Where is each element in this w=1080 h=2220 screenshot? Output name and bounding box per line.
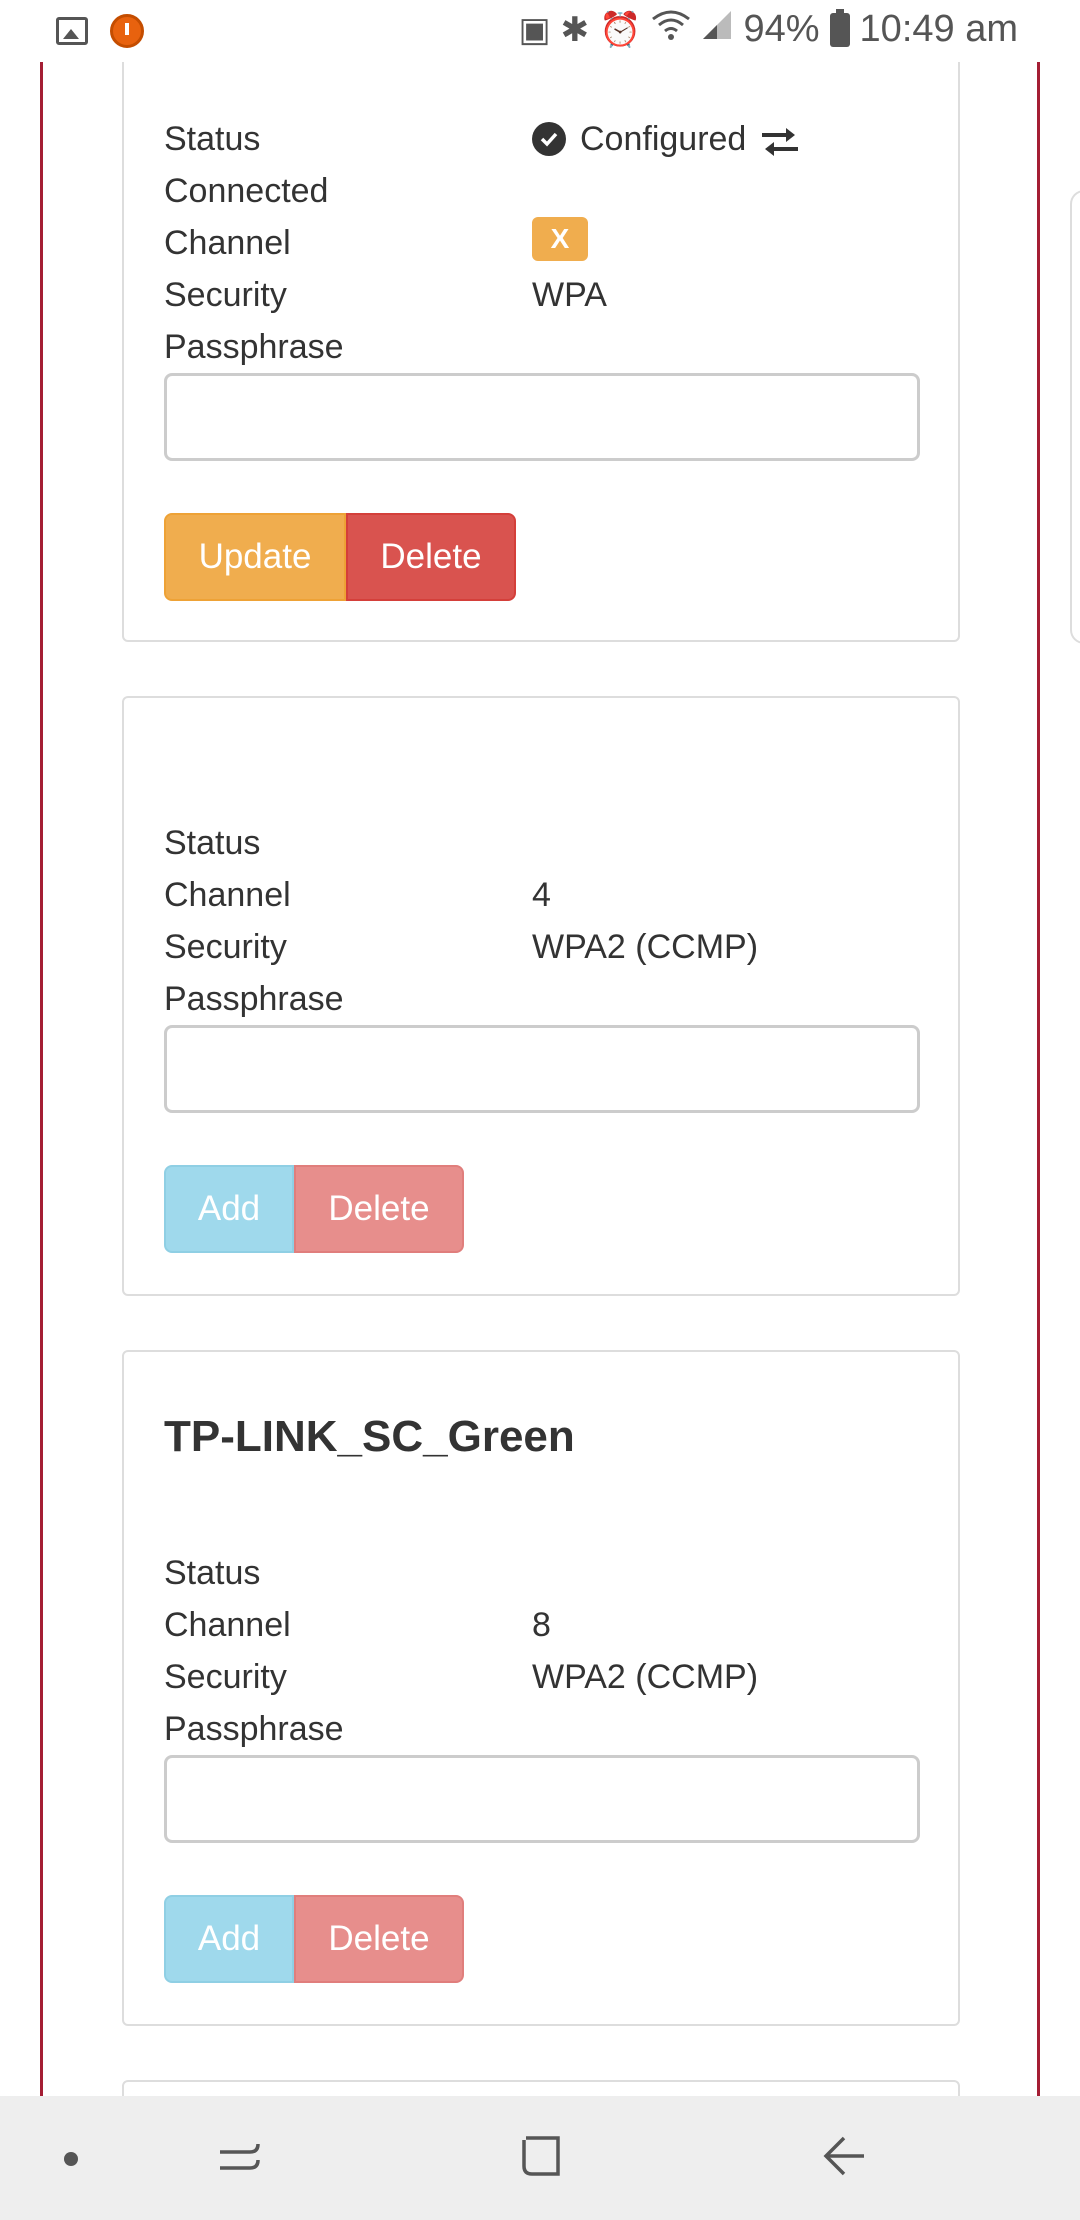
battery-icon <box>829 8 850 47</box>
passphrase-label: Passphrase <box>164 1710 344 1748</box>
channel-value: 8 <box>532 1606 551 1644</box>
battery-saver-icon: ▣ <box>518 10 551 49</box>
add-button[interactable]: Add <box>164 1165 294 1253</box>
network-ssid: TP-LINK_SC_Green <box>164 1412 575 1461</box>
delete-button[interactable]: Delete <box>294 1165 464 1253</box>
exchange-icon <box>760 122 800 156</box>
status-label: Status <box>164 120 261 158</box>
clock-time: 10:49 am <box>859 8 1018 50</box>
signal-icon <box>701 9 733 50</box>
bluetooth-icon: ✱ <box>560 10 590 49</box>
check-circle-icon <box>532 122 566 156</box>
wifi-icon <box>651 9 691 50</box>
update-button[interactable]: Update <box>164 513 346 601</box>
delete-button[interactable]: Delete <box>294 1895 464 1983</box>
network-card: Status Configured Connected Channel X Se… <box>122 20 960 642</box>
channel-label: Channel <box>164 876 291 914</box>
passphrase-input[interactable] <box>164 1755 920 1843</box>
channel-value: 4 <box>532 876 551 914</box>
status-bar: ▣ ✱ ⏰ 94% 10:49 am <box>0 0 1080 62</box>
back-icon[interactable] <box>820 2132 868 2185</box>
security-value: WPA <box>532 276 607 314</box>
screen-recorder-icon <box>110 14 144 48</box>
status-label: Status <box>164 1554 261 1592</box>
channel-badge: X <box>532 217 588 261</box>
network-card: TP-LINK_SC_Green Status Channel 8 Securi… <box>122 1350 960 2026</box>
menu-dot-icon[interactable] <box>64 2152 78 2166</box>
side-drawer-handle[interactable] <box>1070 190 1080 644</box>
security-value: WPA2 (CCMP) <box>532 1658 759 1696</box>
status-label: Status <box>164 824 261 862</box>
security-value: WPA2 (CCMP) <box>532 928 759 966</box>
recent-apps-icon[interactable] <box>216 2132 264 2185</box>
card-actions: Add Delete <box>164 1165 464 1253</box>
delete-button[interactable]: Delete <box>346 513 516 601</box>
network-card: Status Channel 4 Security WPA2 (CCMP) Pa… <box>122 696 960 1296</box>
security-label: Security <box>164 928 287 966</box>
channel-label: Channel <box>164 224 291 262</box>
passphrase-label: Passphrase <box>164 328 344 366</box>
channel-label: Channel <box>164 1606 291 1644</box>
gallery-icon <box>56 17 88 45</box>
navigation-bar <box>0 2096 1080 2220</box>
security-label: Security <box>164 276 287 314</box>
connected-label: Connected <box>164 172 329 210</box>
battery-percent: 94% <box>743 8 820 50</box>
status-value: Configured <box>580 120 747 158</box>
home-icon[interactable] <box>518 2132 566 2185</box>
card-actions: Update Delete <box>164 513 516 601</box>
security-label: Security <box>164 1658 287 1696</box>
add-button[interactable]: Add <box>164 1895 294 1983</box>
passphrase-input[interactable] <box>164 1025 920 1113</box>
passphrase-input[interactable] <box>164 373 920 461</box>
passphrase-label: Passphrase <box>164 980 344 1018</box>
card-actions: Add Delete <box>164 1895 464 1983</box>
alarm-icon: ⏰ <box>599 10 642 49</box>
